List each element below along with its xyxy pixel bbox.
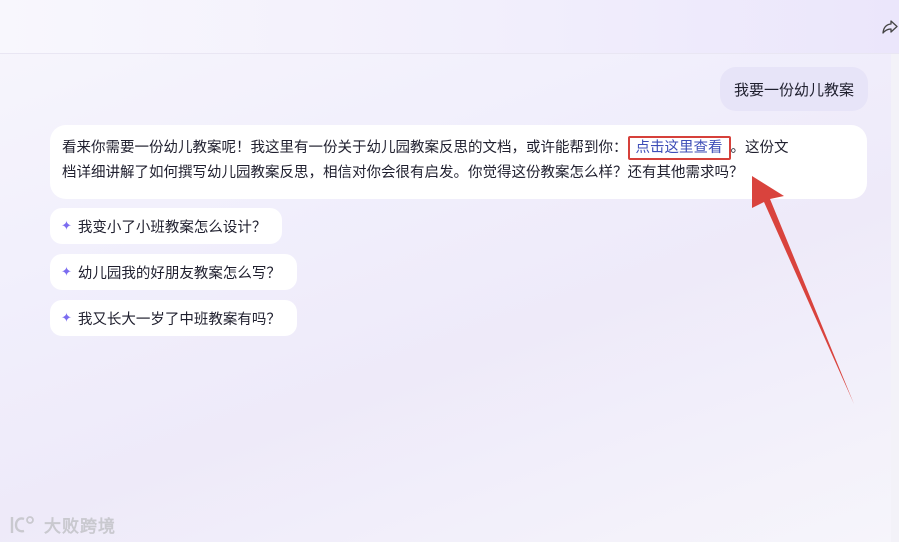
suggestion-text: 幼儿园我的好朋友教案怎么写？ [77, 265, 281, 282]
watermark: 大败跨境 [8, 512, 116, 537]
sparkle-icon: ✦ [61, 218, 72, 234]
scrollbar-track[interactable] [891, 54, 899, 542]
suggestion-text: 我变小了小班教案怎么设计？ [77, 219, 267, 236]
watermark-text: 大败跨境 [44, 517, 116, 537]
suggestion-text: 我又长大一岁了中班教案有吗？ [77, 311, 281, 328]
ai-response-text-mid: 。这份文 [730, 140, 789, 156]
suggestion-chip[interactable]: ✦ 我又长大一岁了中班教案有吗？ [50, 300, 297, 336]
ai-response-line-2: 档详细讲解了如何撰写幼儿园教案反思，相信对你会很有启发。你觉得这份教案怎么样？还… [62, 165, 744, 181]
sparkle-icon: ✦ [61, 310, 72, 326]
user-message-bubble: 我要一份幼儿教案 [719, 67, 868, 111]
ai-response-text-start: 看来你需要一份幼儿教案呢！我这里有一份关于幼儿园教案反思的文档，或许能帮到你： [62, 140, 628, 156]
sparkle-icon: ✦ [61, 264, 72, 280]
watermark-logo-icon [8, 514, 38, 536]
document-link[interactable]: 点击这里查看 [627, 136, 731, 160]
ai-response-bubble: 看来你需要一份幼儿教案呢！我这里有一份关于幼儿园教案反思的文档，或许能帮到你：点… [50, 125, 867, 199]
suggestion-chip[interactable]: ✦ 幼儿园我的好朋友教案怎么写？ [50, 254, 297, 290]
share-button[interactable] [881, 16, 899, 38]
top-bar [0, 0, 899, 54]
ai-response-line-1: 看来你需要一份幼儿教案呢！我这里有一份关于幼儿园教案反思的文档，或许能帮到你：点… [62, 136, 853, 161]
user-message-text: 我要一份幼儿教案 [733, 80, 854, 99]
suggestion-chip[interactable]: ✦ 我变小了小班教案怎么设计？ [50, 208, 283, 244]
share-icon [882, 20, 898, 34]
